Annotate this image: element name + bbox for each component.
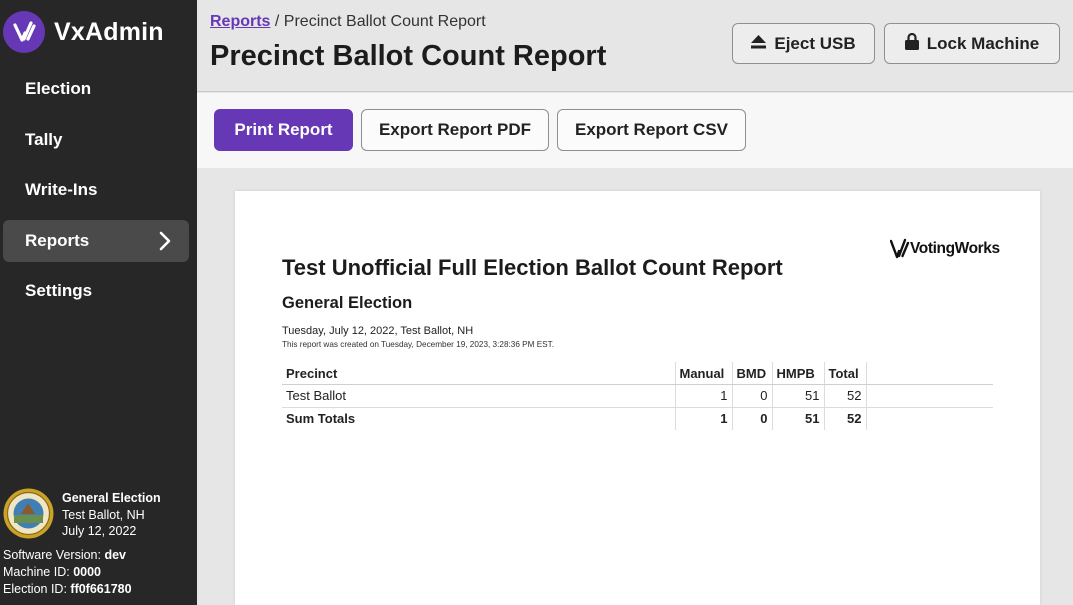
cell-sum-label: Sum Totals	[286, 411, 356, 426]
ballot-count-table: Precinct Manual BMD HMPB Total Test Ball…	[282, 362, 993, 430]
eject-usb-button[interactable]: Eject USB	[732, 23, 875, 64]
export-csv-button[interactable]: Export Report CSV	[557, 109, 746, 151]
sidebar-item-election[interactable]: Election	[3, 68, 189, 110]
election-title: General Election	[62, 491, 161, 505]
cell-precinct: Test Ballot	[282, 384, 675, 408]
cell-filler	[865, 384, 993, 408]
election-place: Test Ballot, NH	[62, 507, 145, 522]
cell-bmd: 0	[731, 384, 772, 408]
machine-info: Software Version: dev Machine ID: 0000 E…	[3, 547, 132, 597]
sidebar-item-write-ins[interactable]: Write-Ins	[3, 169, 189, 211]
column-header-manual: Manual	[674, 362, 732, 385]
eject-icon	[751, 34, 774, 54]
column-filler	[865, 362, 993, 385]
vxadmin-logo-icon	[3, 11, 45, 53]
report-preview: VotingWorks Test Unofficial Full Electio…	[235, 191, 1040, 605]
report-subtitle: General Election	[282, 294, 413, 312]
breadcrumb-current: Precinct Ballot Count Report	[283, 13, 486, 30]
election-id: ff0f661780	[70, 581, 132, 596]
sidebar: VxAdmin Election Tally Write-Ins Reports…	[0, 0, 197, 605]
cell-manual: 1	[674, 384, 732, 408]
chevron-right-icon	[159, 231, 171, 256]
cell-filler	[865, 407, 993, 430]
column-header-precinct: Precinct	[282, 362, 675, 385]
eject-usb-label: Eject USB	[774, 33, 856, 53]
state-seal-icon	[3, 488, 54, 539]
sidebar-item-label: Election	[25, 79, 92, 98]
cell-sum-bmd: 0	[731, 407, 772, 430]
export-pdf-button[interactable]: Export Report PDF	[361, 109, 549, 151]
sidebar-item-label: Write-Ins	[25, 180, 98, 199]
software-version: dev	[104, 548, 126, 562]
column-header-hmpb: HMPB	[771, 362, 824, 385]
column-header-bmd: BMD	[731, 362, 772, 385]
election-info: General Election Test Ballot, NH July 12…	[3, 488, 161, 540]
lock-machine-button[interactable]: Lock Machine	[884, 23, 1060, 64]
sidebar-item-label: Settings	[25, 281, 93, 300]
column-header-total: Total	[823, 362, 866, 385]
table-row: Test Ballot 1 0 51 52	[282, 384, 993, 408]
print-report-button[interactable]: Print Report	[214, 109, 353, 151]
cell-sum-total: 52	[823, 407, 866, 430]
votingworks-logo-icon	[890, 238, 910, 259]
election-id-label: Election ID:	[3, 581, 67, 596]
report-title: Test Unofficial Full Election Ballot Cou…	[282, 255, 783, 280]
votingworks-logo: VotingWorks	[890, 238, 1000, 260]
lock-icon	[904, 32, 927, 55]
machine-id-label: Machine ID:	[3, 564, 70, 579]
software-version-label: Software Version:	[3, 548, 101, 562]
sidebar-item-tally[interactable]: Tally	[3, 119, 189, 161]
report-election-date: Tuesday, July 12, 2022, Test Ballot, NH	[282, 325, 474, 337]
votingworks-logo-text: VotingWorks	[910, 240, 1000, 257]
cell-sum-hmpb: 51	[771, 407, 824, 430]
sidebar-item-label: Tally	[25, 129, 63, 149]
breadcrumb-reports-link[interactable]: Reports	[210, 13, 270, 30]
machine-id: 0000	[73, 564, 101, 579]
brand-name: VxAdmin	[54, 17, 164, 46]
page-title: Precinct Ballot Count Report	[210, 40, 607, 72]
election-date: July 12, 2022	[62, 524, 137, 538]
cell-total: 52	[823, 384, 866, 408]
table-header-row: Precinct Manual BMD HMPB Total	[282, 362, 993, 385]
sidebar-item-reports[interactable]: Reports	[3, 219, 189, 262]
sum-totals-row: Sum Totals 1 0 51 52	[282, 407, 993, 430]
cell-sum-manual: 1	[674, 407, 732, 430]
lock-machine-label: Lock Machine	[926, 33, 1040, 53]
brand: VxAdmin	[3, 11, 164, 53]
report-toolbar: Print Report Export Report PDF Export Re…	[197, 93, 1073, 168]
report-created-timestamp: This report was created on Tuesday, Dece…	[282, 340, 554, 349]
sidebar-nav: Election Tally Write-Ins Reports Setting…	[3, 68, 189, 321]
breadcrumb: Reports / Precinct Ballot Count Report	[210, 13, 486, 31]
cell-hmpb: 51	[771, 384, 824, 408]
sidebar-item-settings[interactable]: Settings	[3, 270, 189, 312]
header: Reports / Precinct Ballot Count Report P…	[197, 0, 1073, 92]
sidebar-item-label: Reports	[25, 230, 90, 250]
breadcrumb-separator: /	[270, 13, 284, 30]
